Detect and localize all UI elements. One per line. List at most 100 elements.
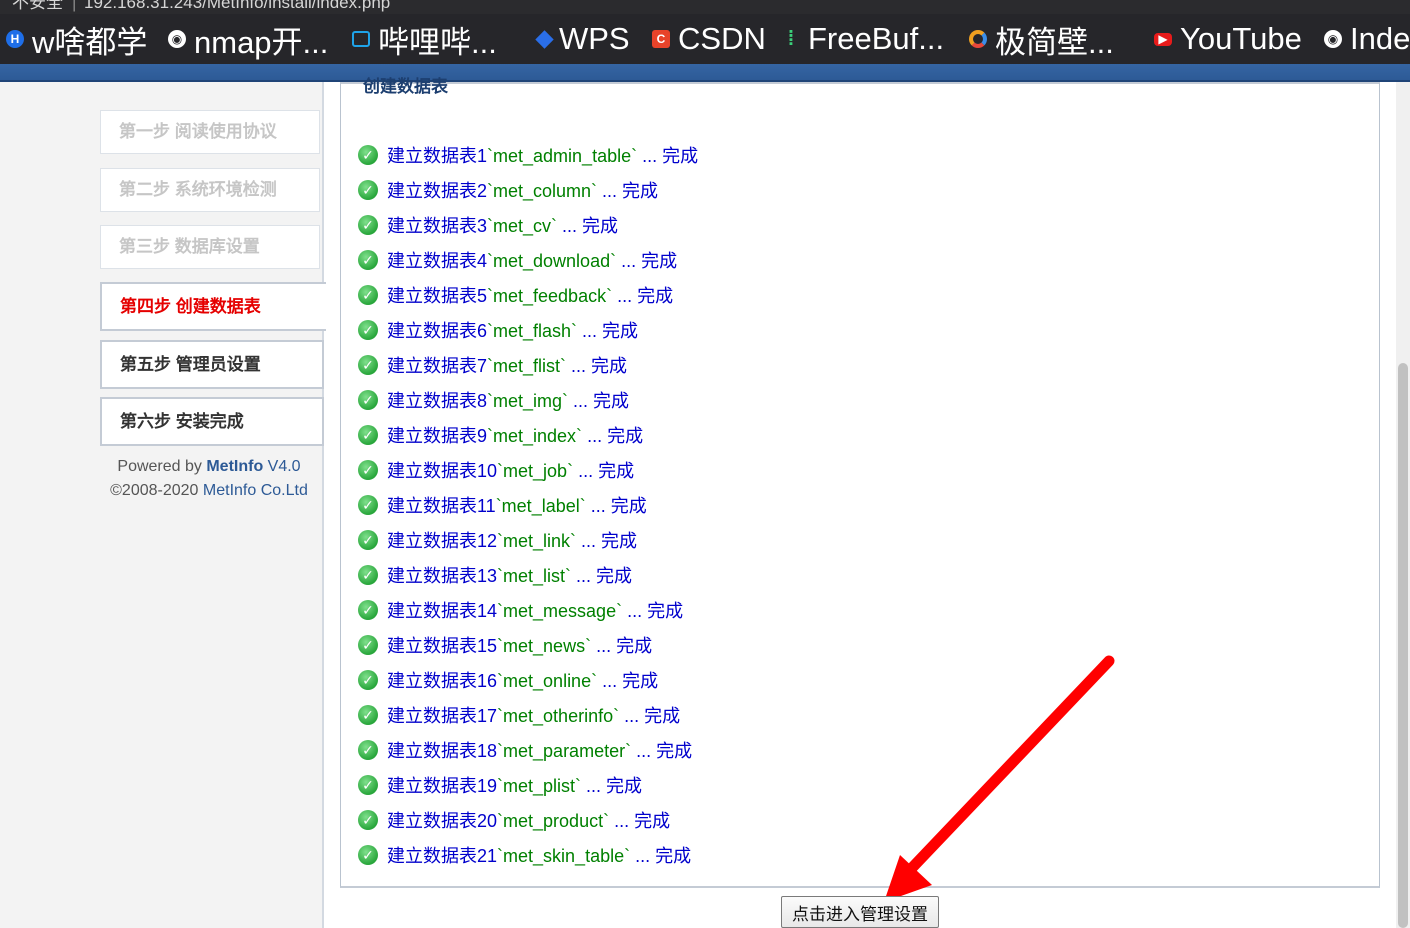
row-status: ... 完成 (576, 531, 638, 551)
table-log-row: ✓ 建立数据表16`met_online` ... 完成 (358, 665, 658, 695)
table-name: `met_list` (497, 566, 572, 586)
table-number: 21 (477, 846, 498, 866)
page-header (0, 64, 1410, 82)
row-prefix: 建立数据表 (387, 251, 477, 271)
bookmarks-bar: H w啥都学 ◉ nmap开... 哔哩哔... WPS C CSDN ⁞ Fr… (0, 14, 1410, 64)
powered-prefix: Powered by (117, 458, 207, 475)
row-status: ... 完成 (597, 671, 659, 691)
table-number: 20 (477, 811, 498, 831)
address-bar[interactable]: 不安全 | 192.168.31.243/MetInfo/install/ind… (0, 0, 1410, 14)
table-name: `met_otherinfo` (497, 706, 620, 726)
check-icon: ✓ (358, 250, 378, 270)
h-badge-icon: H (6, 30, 24, 48)
table-log-row: ✓ 建立数据表8`met_img` ... 完成 (358, 385, 629, 415)
bookmark-w-item[interactable]: H w啥都学 (6, 14, 147, 64)
check-icon: ✓ (358, 425, 378, 445)
row-status: ... 完成 (557, 216, 619, 236)
table-number: 11 (477, 496, 496, 516)
row-status: ... 完成 (591, 636, 653, 656)
table-log-row: ✓ 建立数据表5`met_feedback` ... 完成 (358, 280, 673, 310)
scrollbar-thumb[interactable] (1398, 363, 1408, 928)
row-status: ... 完成 (630, 846, 692, 866)
table-name: `met_cv` (487, 216, 558, 236)
table-number: 5 (477, 286, 488, 306)
row-text: 建立数据表10`met_job` ... 完成 (387, 457, 634, 483)
row-prefix: 建立数据表 (387, 566, 477, 586)
wps-icon (535, 29, 554, 49)
row-text: 建立数据表14`met_message` ... 完成 (387, 597, 683, 623)
check-icon: ✓ (358, 670, 378, 690)
row-text: 建立数据表11`met_label` ... 完成 (387, 492, 647, 518)
row-text: 建立数据表9`met_index` ... 完成 (387, 422, 643, 448)
row-prefix: 建立数据表 (387, 601, 477, 621)
row-status: ... 完成 (573, 461, 635, 481)
create-tables-panel: 创建数据表 ✓ 建立数据表1`met_admin_table` ... 完成 ✓ 建立… (340, 77, 1380, 888)
install-steps-sidebar: 第一步 阅读使用协议 第二步 系统环境检测 第三步 数据库设置 第四步 创建数据… (0, 82, 326, 928)
section-title: 创建数据表 (363, 77, 448, 96)
row-prefix: 建立数据表 (387, 531, 477, 551)
table-number: 13 (477, 566, 498, 586)
table-name: `met_message` (497, 601, 623, 621)
row-text: 建立数据表17`met_otherinfo` ... 完成 (387, 702, 680, 728)
bookmark-label: FreeBuf... (808, 21, 945, 56)
table-log-row: ✓ 建立数据表12`met_link` ... 完成 (358, 525, 637, 555)
row-prefix: 建立数据表 (387, 426, 477, 446)
metinfo-link[interactable]: MetInfo (206, 458, 263, 475)
bookmark-youtube[interactable]: ▶ YouTube (1154, 14, 1302, 64)
jijian-icon (969, 30, 987, 48)
table-log-row: ✓ 建立数据表9`met_index` ... 完成 (358, 420, 643, 450)
check-icon: ✓ (358, 635, 378, 655)
globe-icon: ◉ (1324, 30, 1342, 48)
row-text: 建立数据表1`met_admin_table` ... 完成 (387, 142, 698, 168)
table-number: 19 (477, 776, 498, 796)
table-name: `met_index` (487, 426, 583, 446)
table-number: 8 (477, 391, 488, 411)
row-prefix: 建立数据表 (387, 356, 477, 376)
table-name: `met_news` (497, 636, 592, 656)
row-status: ... 完成 (582, 426, 644, 446)
row-status: ... 完成 (622, 601, 684, 621)
bookmark-csdn[interactable]: C CSDN (652, 14, 766, 64)
bookmark-freebuf[interactable]: ⁞ FreeBuf... (782, 14, 944, 64)
table-number: 15 (477, 636, 498, 656)
bookmark-jijian[interactable]: 极简壁... (969, 14, 1114, 64)
table-number: 14 (477, 601, 498, 621)
url-text[interactable]: 192.168.31.243/MetInfo/install/index.php (84, 0, 390, 11)
check-icon: ✓ (358, 180, 378, 200)
version-link[interactable]: V4.0 (263, 458, 301, 475)
company-link[interactable]: MetInfo Co.Ltd (203, 482, 308, 499)
security-label[interactable]: 不安全 (12, 0, 63, 11)
bookmark-label: Inde (1350, 21, 1410, 56)
table-log-row: ✓ 建立数据表19`met_plist` ... 完成 (358, 770, 642, 800)
row-prefix: 建立数据表 (387, 181, 477, 201)
enter-admin-setup-button[interactable]: 点击进入管理设置 (781, 896, 939, 928)
row-status: ... 完成 (577, 321, 639, 341)
row-status: ... 完成 (581, 776, 643, 796)
row-text: 建立数据表21`met_skin_table` ... 完成 (387, 842, 691, 868)
table-name: `met_parameter` (497, 741, 632, 761)
row-prefix: 建立数据表 (387, 496, 477, 516)
row-prefix: 建立数据表 (387, 146, 477, 166)
check-icon: ✓ (358, 775, 378, 795)
table-name: `met_skin_table` (497, 846, 631, 866)
row-prefix: 建立数据表 (387, 286, 477, 306)
row-status: ... 完成 (568, 391, 630, 411)
bookmark-bilibili[interactable]: 哔哩哔... (352, 14, 497, 64)
bookmark-index[interactable]: ◉ Inde (1324, 14, 1410, 64)
bookmark-nmap[interactable]: ◉ nmap开... (168, 14, 328, 64)
check-icon: ✓ (358, 845, 378, 865)
bookmark-wps[interactable]: WPS (535, 14, 630, 64)
row-prefix: 建立数据表 (387, 776, 477, 796)
row-text: 建立数据表8`met_img` ... 完成 (387, 387, 629, 413)
check-icon: ✓ (358, 145, 378, 165)
row-status: ... 完成 (609, 811, 671, 831)
youtube-icon: ▶ (1154, 32, 1172, 46)
csdn-icon: C (652, 30, 670, 48)
check-icon: ✓ (358, 390, 378, 410)
table-log-row: ✓ 建立数据表1`met_admin_table` ... 完成 (358, 140, 698, 170)
table-name: `met_download` (487, 251, 617, 271)
table-number: 12 (477, 531, 498, 551)
row-status: ... 完成 (571, 566, 633, 586)
check-icon: ✓ (358, 460, 378, 480)
row-text: 建立数据表5`met_feedback` ... 完成 (387, 282, 673, 308)
